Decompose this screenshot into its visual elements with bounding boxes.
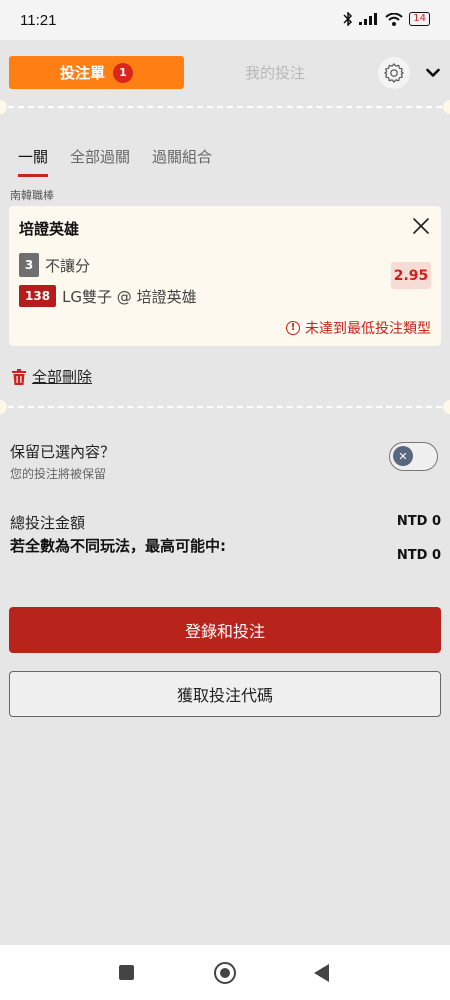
alert-icon: ! [286,321,300,335]
trash-icon [12,368,26,385]
tab-single[interactable]: 一關 [18,146,49,177]
market-label: 不讓分 [45,256,91,275]
match-id-badge: 138 [19,285,57,307]
warning-text: 未達到最低投注類型 [305,321,431,337]
bet-type-tabs: 一關 全部過關 過關組合 [18,146,212,177]
market-row: 3 不讓分 [19,253,90,277]
collapse-button[interactable] [422,62,444,84]
login-and-bet-button[interactable]: 登錄和投注 [9,607,441,653]
bet-selection-card: 培證英雄 3 不讓分 138 LG雙子 @ 培證英雄 2.95 ! 未達到最低投… [9,206,441,346]
tab-parlay-combo[interactable]: 過關組合 [152,146,212,177]
ticket-notch [443,100,450,114]
tab-betslip-label: 投注單 [59,64,105,82]
betslip-header: 投注單 1 我的投注 [0,48,450,100]
get-bet-code-button[interactable]: 獲取投注代碼 [9,671,441,717]
tab-betslip[interactable]: 投注單 1 [9,56,184,89]
gear-icon [384,63,404,83]
max-win-label: 若全數為不同玩法，最高可能中: [10,537,227,555]
tab-parlay-all[interactable]: 全部過關 [70,146,130,177]
back-icon[interactable] [314,964,329,982]
toggle-off-icon: ✕ [393,446,413,466]
close-icon [413,218,429,234]
home-icon[interactable] [214,962,236,984]
divider [8,406,442,408]
battery-level: 14 [413,13,426,24]
battery-icon: 14 [409,12,430,26]
total-stake-label: 總投注金額 [10,514,86,532]
status-bar: 11:21 14 [0,0,450,40]
ticket-notch [0,100,7,114]
min-type-warning: ! 未達到最低投注類型 [286,318,431,338]
status-icons: 14 [343,12,430,26]
match-row: 138 LG雙子 @ 培證英雄 [19,285,197,307]
chevron-down-icon [426,68,440,77]
selection-team: 培證英雄 [19,220,80,238]
betslip-count-badge: 1 [113,62,133,83]
status-time: 11:21 [20,12,57,29]
keep-selection-subtitle: 您的投注將被保留 [10,467,107,481]
ticket-notch [443,400,450,414]
divider [8,106,442,108]
total-stake-value: NTD 0 [396,514,441,529]
signal-icon [359,13,378,25]
delete-all-button[interactable]: 全部刪除 [12,366,92,387]
keep-selection-title: 保留已選內容？ [10,443,116,461]
ticket-notch [0,400,7,414]
league-label: 南韓職棒 [10,189,54,202]
odds-value: 2.95 [391,262,431,289]
bluetooth-icon [343,12,353,26]
delete-all-label: 全部刪除 [32,368,93,386]
match-label: LG雙子 @ 培證英雄 [62,287,197,306]
recents-icon[interactable] [119,965,134,980]
keep-selection-toggle[interactable]: ✕ [389,442,438,471]
system-nav-bar [0,945,450,1000]
wifi-icon [385,12,403,26]
settings-button[interactable] [378,57,410,89]
max-win-value: NTD 0 [396,548,441,563]
tab-my-bets[interactable]: 我的投注 [190,56,360,89]
handicap-badge: 3 [19,253,39,277]
remove-selection-button[interactable] [411,216,431,236]
